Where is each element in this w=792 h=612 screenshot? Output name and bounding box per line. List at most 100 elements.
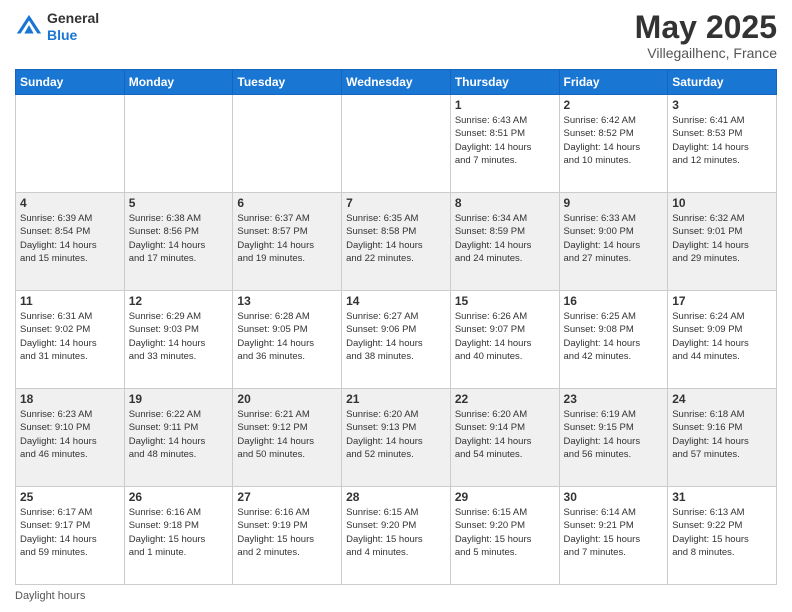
logo-text: General Blue	[47, 10, 99, 44]
calendar-cell: 19Sunrise: 6:22 AM Sunset: 9:11 PM Dayli…	[124, 389, 233, 487]
day-info: Sunrise: 6:26 AM Sunset: 9:07 PM Dayligh…	[455, 310, 555, 363]
day-info: Sunrise: 6:22 AM Sunset: 9:11 PM Dayligh…	[129, 408, 229, 461]
day-info: Sunrise: 6:34 AM Sunset: 8:59 PM Dayligh…	[455, 212, 555, 265]
day-info: Sunrise: 6:19 AM Sunset: 9:15 PM Dayligh…	[564, 408, 664, 461]
day-info: Sunrise: 6:16 AM Sunset: 9:18 PM Dayligh…	[129, 506, 229, 559]
day-number: 11	[20, 294, 120, 308]
col-wednesday: Wednesday	[342, 70, 451, 95]
calendar-cell: 8 Sunrise: 6:34 AM Sunset: 8:59 PM Daylig…	[450, 193, 559, 291]
day-number: 26	[129, 490, 229, 504]
col-saturday: Saturday	[668, 70, 777, 95]
calendar-cell: 26 Sunrise: 6:16 AM Sunset: 9:18 PM Dayli…	[124, 487, 233, 585]
day-info: Sunrise: 6:39 AM Sunset: 8:54 PM Dayligh…	[20, 212, 120, 265]
calendar-cell: 27 Sunrise: 6:16 AM Sunset: 9:19 PM Dayli…	[233, 487, 342, 585]
day-number: 12	[129, 294, 229, 308]
day-info: Sunrise: 6:17 AM Sunset: 9:17 PM Dayligh…	[20, 506, 120, 559]
calendar-cell: 30 Sunrise: 6:14 AM Sunset: 9:21 PM Dayli…	[559, 487, 668, 585]
logo: General Blue	[15, 10, 99, 44]
day-number: 8	[455, 196, 555, 210]
calendar-cell: 18 Sunrise: 6:23 AM Sunset: 9:10 PM Dayli…	[16, 389, 125, 487]
calendar-week-row-2: 4 Sunrise: 6:39 AM Sunset: 8:54 PM Daylig…	[16, 193, 777, 291]
calendar-cell	[124, 95, 233, 193]
calendar-cell: 4 Sunrise: 6:39 AM Sunset: 8:54 PM Daylig…	[16, 193, 125, 291]
calendar-cell: 5Sunrise: 6:38 AM Sunset: 8:56 PM Daylig…	[124, 193, 233, 291]
page: General Blue May 2025 Villegailhenc, Fra…	[0, 0, 792, 612]
calendar-week-row-5: 25 Sunrise: 6:17 AM Sunset: 9:17 PM Dayli…	[16, 487, 777, 585]
day-number: 17	[672, 294, 772, 308]
day-number: 22	[455, 392, 555, 406]
calendar-cell	[233, 95, 342, 193]
day-info: Sunrise: 6:24 AM Sunset: 9:09 PM Dayligh…	[672, 310, 772, 363]
day-number: 10	[672, 196, 772, 210]
day-info: Sunrise: 6:28 AM Sunset: 9:05 PM Dayligh…	[237, 310, 337, 363]
day-number: 21	[346, 392, 446, 406]
day-info: Sunrise: 6:14 AM Sunset: 9:21 PM Dayligh…	[564, 506, 664, 559]
day-number: 2	[564, 98, 664, 112]
day-info: Sunrise: 6:20 AM Sunset: 9:14 PM Dayligh…	[455, 408, 555, 461]
calendar-cell: 14Sunrise: 6:27 AM Sunset: 9:06 PM Dayli…	[342, 291, 451, 389]
calendar-cell: 6 Sunrise: 6:37 AM Sunset: 8:57 PM Daylig…	[233, 193, 342, 291]
calendar-week-row-3: 11Sunrise: 6:31 AM Sunset: 9:02 PM Dayli…	[16, 291, 777, 389]
day-number: 23	[564, 392, 664, 406]
calendar-cell: 21 Sunrise: 6:20 AM Sunset: 9:13 PM Dayli…	[342, 389, 451, 487]
calendar-cell: 25 Sunrise: 6:17 AM Sunset: 9:17 PM Dayli…	[16, 487, 125, 585]
day-number: 3	[672, 98, 772, 112]
logo-blue: Blue	[47, 27, 77, 43]
calendar-cell: 11Sunrise: 6:31 AM Sunset: 9:02 PM Dayli…	[16, 291, 125, 389]
day-number: 16	[564, 294, 664, 308]
calendar-cell	[342, 95, 451, 193]
day-number: 30	[564, 490, 664, 504]
day-info: Sunrise: 6:37 AM Sunset: 8:57 PM Dayligh…	[237, 212, 337, 265]
day-info: Sunrise: 6:15 AM Sunset: 9:20 PM Dayligh…	[346, 506, 446, 559]
calendar-cell: 3Sunrise: 6:41 AM Sunset: 8:53 PM Daylig…	[668, 95, 777, 193]
calendar-cell: 23 Sunrise: 6:19 AM Sunset: 9:15 PM Dayli…	[559, 389, 668, 487]
calendar-cell: 29 Sunrise: 6:15 AM Sunset: 9:20 PM Dayli…	[450, 487, 559, 585]
col-tuesday: Tuesday	[233, 70, 342, 95]
day-info: Sunrise: 6:35 AM Sunset: 8:58 PM Dayligh…	[346, 212, 446, 265]
calendar-cell: 7 Sunrise: 6:35 AM Sunset: 8:58 PM Daylig…	[342, 193, 451, 291]
col-sunday: Sunday	[16, 70, 125, 95]
calendar-week-row-4: 18 Sunrise: 6:23 AM Sunset: 9:10 PM Dayli…	[16, 389, 777, 487]
day-info: Sunrise: 6:23 AM Sunset: 9:10 PM Dayligh…	[20, 408, 120, 461]
day-number: 9	[564, 196, 664, 210]
day-info: Sunrise: 6:27 AM Sunset: 9:06 PM Dayligh…	[346, 310, 446, 363]
logo-general: General	[47, 10, 99, 26]
day-number: 27	[237, 490, 337, 504]
day-info: Sunrise: 6:43 AM Sunset: 8:51 PM Dayligh…	[455, 114, 555, 167]
calendar-cell: 22 Sunrise: 6:20 AM Sunset: 9:14 PM Dayli…	[450, 389, 559, 487]
day-number: 18	[20, 392, 120, 406]
title-month: May 2025	[635, 10, 777, 45]
day-info: Sunrise: 6:38 AM Sunset: 8:56 PM Dayligh…	[129, 212, 229, 265]
day-info: Sunrise: 6:29 AM Sunset: 9:03 PM Dayligh…	[129, 310, 229, 363]
day-info: Sunrise: 6:25 AM Sunset: 9:08 PM Dayligh…	[564, 310, 664, 363]
logo-icon	[15, 13, 43, 41]
calendar-cell: 28Sunrise: 6:15 AM Sunset: 9:20 PM Dayli…	[342, 487, 451, 585]
day-number: 7	[346, 196, 446, 210]
day-number: 6	[237, 196, 337, 210]
day-info: Sunrise: 6:18 AM Sunset: 9:16 PM Dayligh…	[672, 408, 772, 461]
day-number: 25	[20, 490, 120, 504]
day-number: 31	[672, 490, 772, 504]
day-number: 1	[455, 98, 555, 112]
calendar-cell: 10Sunrise: 6:32 AM Sunset: 9:01 PM Dayli…	[668, 193, 777, 291]
calendar-cell: 31 Sunrise: 6:13 AM Sunset: 9:22 PM Dayli…	[668, 487, 777, 585]
day-info: Sunrise: 6:20 AM Sunset: 9:13 PM Dayligh…	[346, 408, 446, 461]
calendar-week-row-1: 1 Sunrise: 6:43 AM Sunset: 8:51 PM Daylig…	[16, 95, 777, 193]
day-info: Sunrise: 6:15 AM Sunset: 9:20 PM Dayligh…	[455, 506, 555, 559]
calendar-cell: 13Sunrise: 6:28 AM Sunset: 9:05 PM Dayli…	[233, 291, 342, 389]
day-info: Sunrise: 6:13 AM Sunset: 9:22 PM Dayligh…	[672, 506, 772, 559]
calendar-cell: 24Sunrise: 6:18 AM Sunset: 9:16 PM Dayli…	[668, 389, 777, 487]
calendar-table: Sunday Monday Tuesday Wednesday Thursday…	[15, 69, 777, 585]
day-info: Sunrise: 6:16 AM Sunset: 9:19 PM Dayligh…	[237, 506, 337, 559]
calendar-cell: 12 Sunrise: 6:29 AM Sunset: 9:03 PM Dayli…	[124, 291, 233, 389]
day-number: 20	[237, 392, 337, 406]
calendar-cell	[16, 95, 125, 193]
calendar-header-row: Sunday Monday Tuesday Wednesday Thursday…	[16, 70, 777, 95]
calendar-cell: 2Sunrise: 6:42 AM Sunset: 8:52 PM Daylig…	[559, 95, 668, 193]
day-number: 29	[455, 490, 555, 504]
day-number: 4	[20, 196, 120, 210]
col-thursday: Thursday	[450, 70, 559, 95]
calendar-cell: 20Sunrise: 6:21 AM Sunset: 9:12 PM Dayli…	[233, 389, 342, 487]
calendar-cell: 9Sunrise: 6:33 AM Sunset: 9:00 PM Daylig…	[559, 193, 668, 291]
header: General Blue May 2025 Villegailhenc, Fra…	[15, 10, 777, 61]
